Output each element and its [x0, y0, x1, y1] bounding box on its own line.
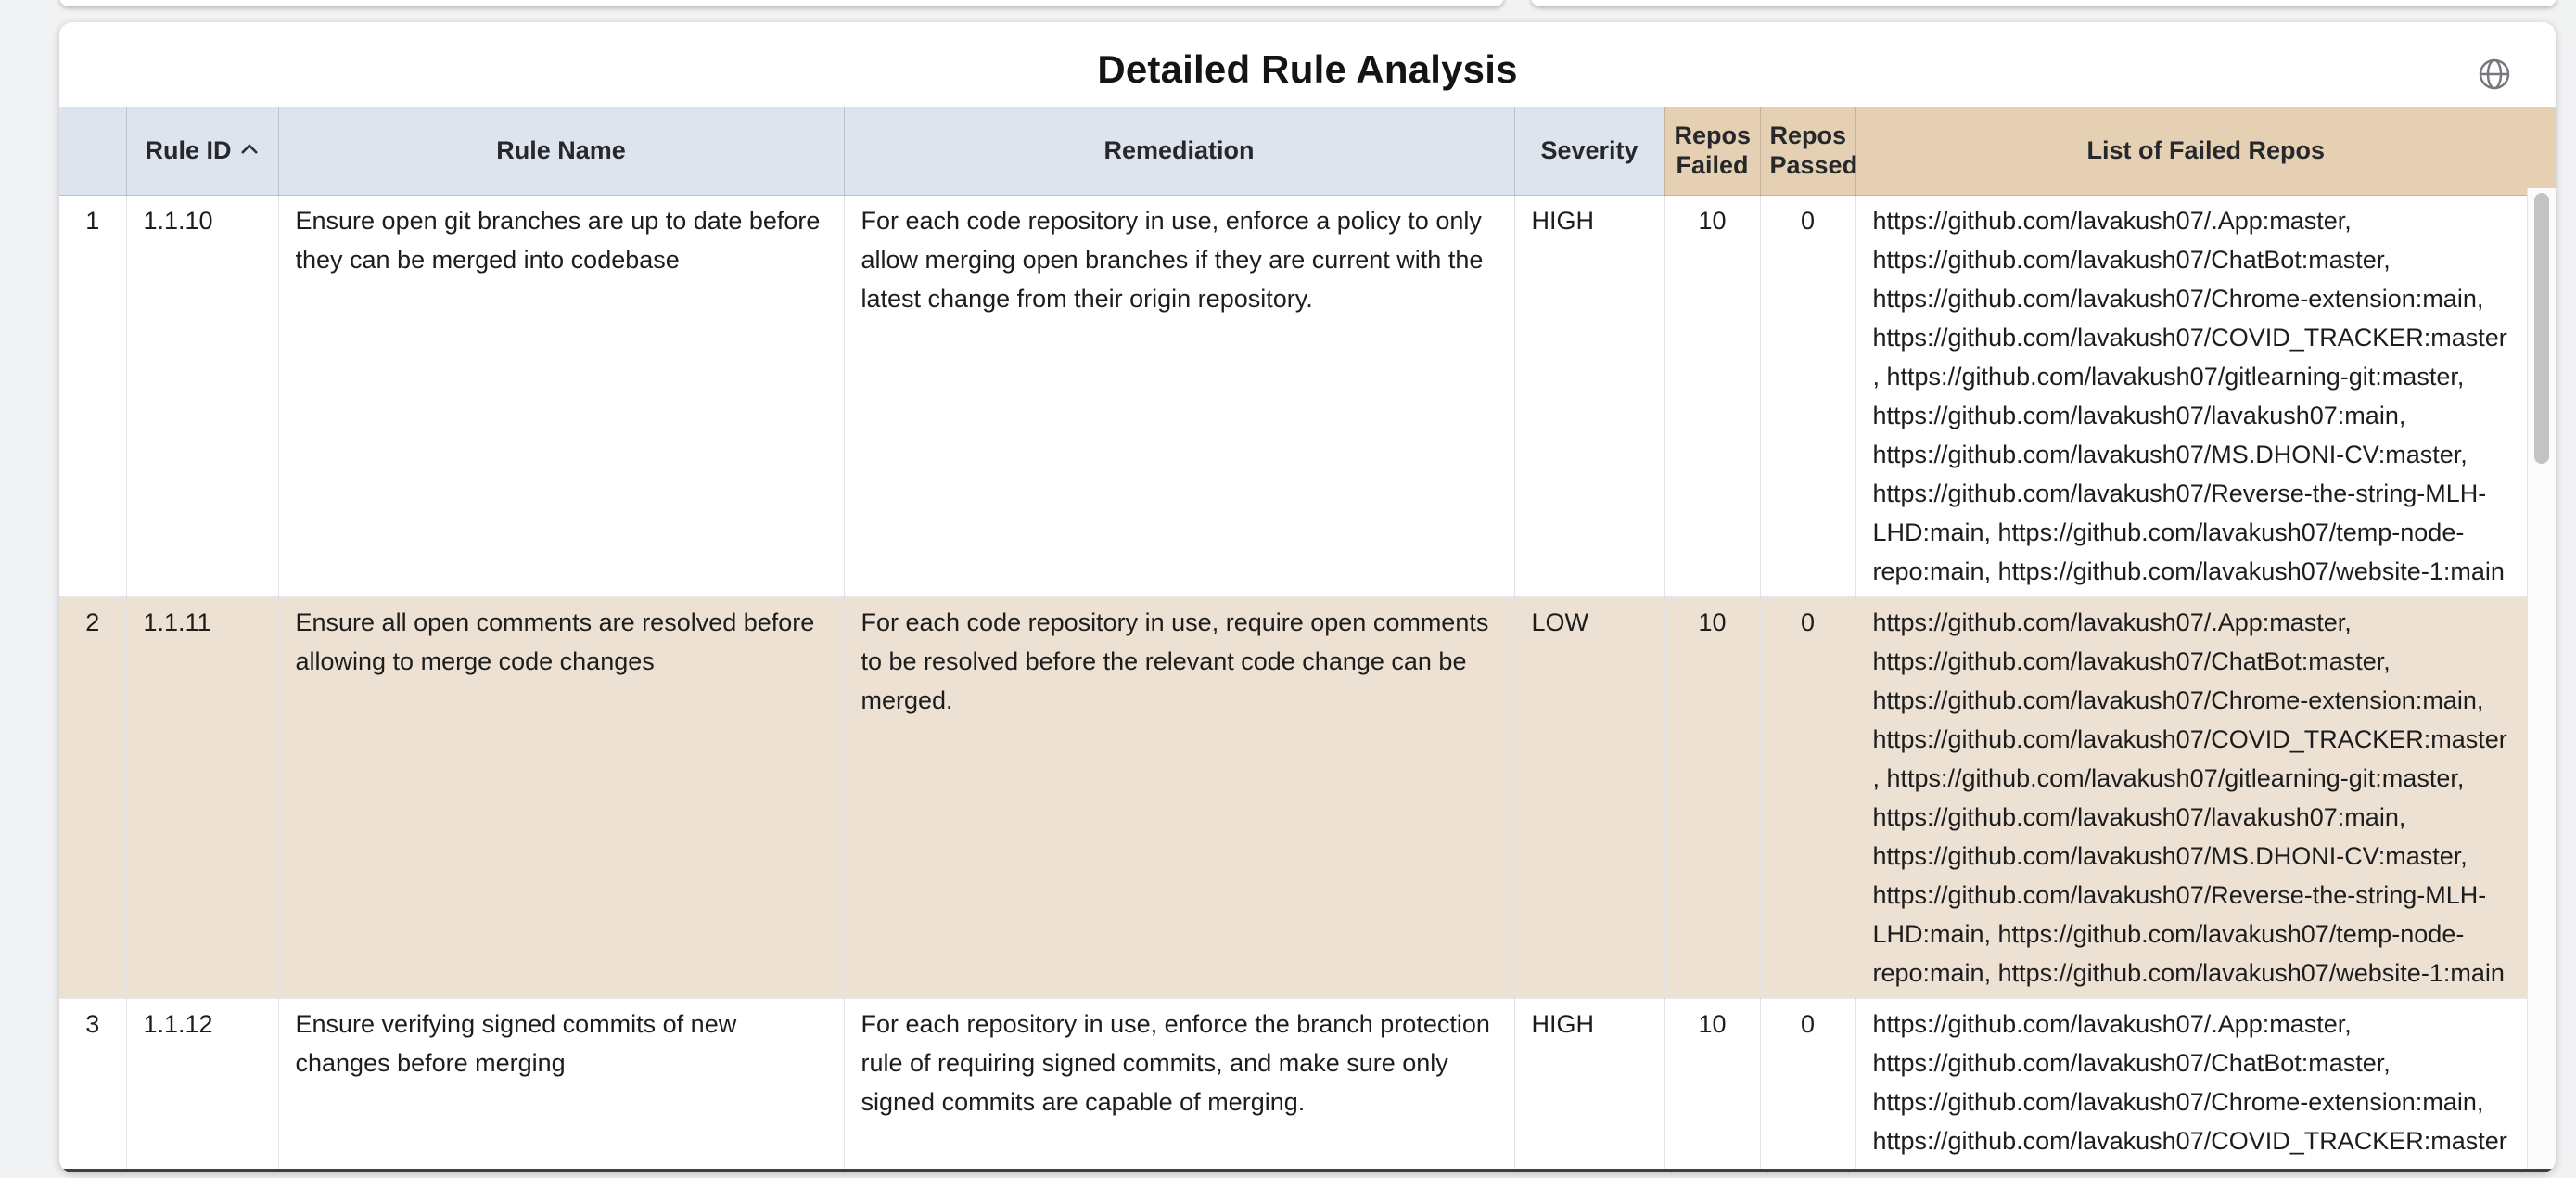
header-rule-id-label: Rule ID — [145, 136, 231, 164]
rule-id-cell: 1.1.11 — [126, 597, 278, 999]
rule-analysis-card: Detailed Rule Analysis Rule ID — [59, 22, 2556, 1172]
header-failed-repos-list[interactable]: List of Failed Repos — [1855, 107, 2556, 196]
failed-repos-cell: https://github.com/lavakush07/.App:maste… — [1855, 999, 2556, 1170]
globe-icon[interactable] — [2476, 56, 2513, 93]
table-header-row: Rule ID Rule Name Remediation Severity R… — [59, 107, 2556, 196]
page-title: Detailed Rule Analysis — [59, 22, 2556, 92]
failed-repos-cell: https://github.com/lavakush07/.App:maste… — [1855, 196, 2556, 597]
severity-cell: LOW — [1514, 597, 1664, 999]
header-repos-passed[interactable]: Repos Passed — [1760, 107, 1855, 196]
top-card-left — [59, 0, 1504, 6]
header-index — [59, 107, 126, 196]
rule-table-wrap: Rule ID Rule Name Remediation Severity R… — [59, 107, 2556, 1169]
rule-table: Rule ID Rule Name Remediation Severity R… — [59, 107, 2556, 1169]
rule-name-cell: Ensure all open comments are resolved be… — [278, 597, 844, 999]
row-index: 2 — [59, 597, 126, 999]
repos-failed-cell: 10 — [1664, 196, 1760, 597]
rule-name-cell: Ensure verifying signed commits of new c… — [278, 999, 844, 1170]
table-row: 1 1.1.10 Ensure open git branches are up… — [59, 196, 2556, 597]
table-row: 3 1.1.12 Ensure verifying signed commits… — [59, 999, 2556, 1170]
repos-failed-cell: 10 — [1664, 597, 1760, 999]
row-index: 3 — [59, 999, 126, 1170]
remediation-cell: For each code repository in use, enforce… — [844, 196, 1514, 597]
table-row: 2 1.1.11 Ensure all open comments are re… — [59, 597, 2556, 999]
scrollbar-thumb[interactable] — [2534, 193, 2549, 464]
header-repos-failed[interactable]: Repos Failed — [1664, 107, 1760, 196]
remediation-cell: For each code repository in use, require… — [844, 597, 1514, 999]
failed-repos-cell: https://github.com/lavakush07/.App:maste… — [1855, 597, 2556, 999]
rule-id-cell: 1.1.12 — [126, 999, 278, 1170]
top-card-right — [1531, 0, 2557, 6]
repos-passed-cell: 0 — [1760, 196, 1855, 597]
header-rule-name[interactable]: Rule Name — [278, 107, 844, 196]
remediation-cell: For each repository in use, enforce the … — [844, 999, 1514, 1170]
header-severity[interactable]: Severity — [1514, 107, 1664, 196]
rule-name-cell: Ensure open git branches are up to date … — [278, 196, 844, 597]
sort-ascending-icon — [239, 134, 260, 163]
severity-cell: HIGH — [1514, 196, 1664, 597]
repos-failed-cell: 10 — [1664, 999, 1760, 1170]
header-rule-id[interactable]: Rule ID — [126, 107, 278, 196]
page: Detailed Rule Analysis Rule ID — [0, 0, 2576, 1178]
table-scrollbar[interactable] — [2527, 188, 2556, 1169]
repos-passed-cell: 0 — [1760, 597, 1855, 999]
row-index: 1 — [59, 196, 126, 597]
rule-id-cell: 1.1.10 — [126, 196, 278, 597]
repos-passed-cell: 0 — [1760, 999, 1855, 1170]
severity-cell: HIGH — [1514, 999, 1664, 1170]
header-remediation[interactable]: Remediation — [844, 107, 1514, 196]
